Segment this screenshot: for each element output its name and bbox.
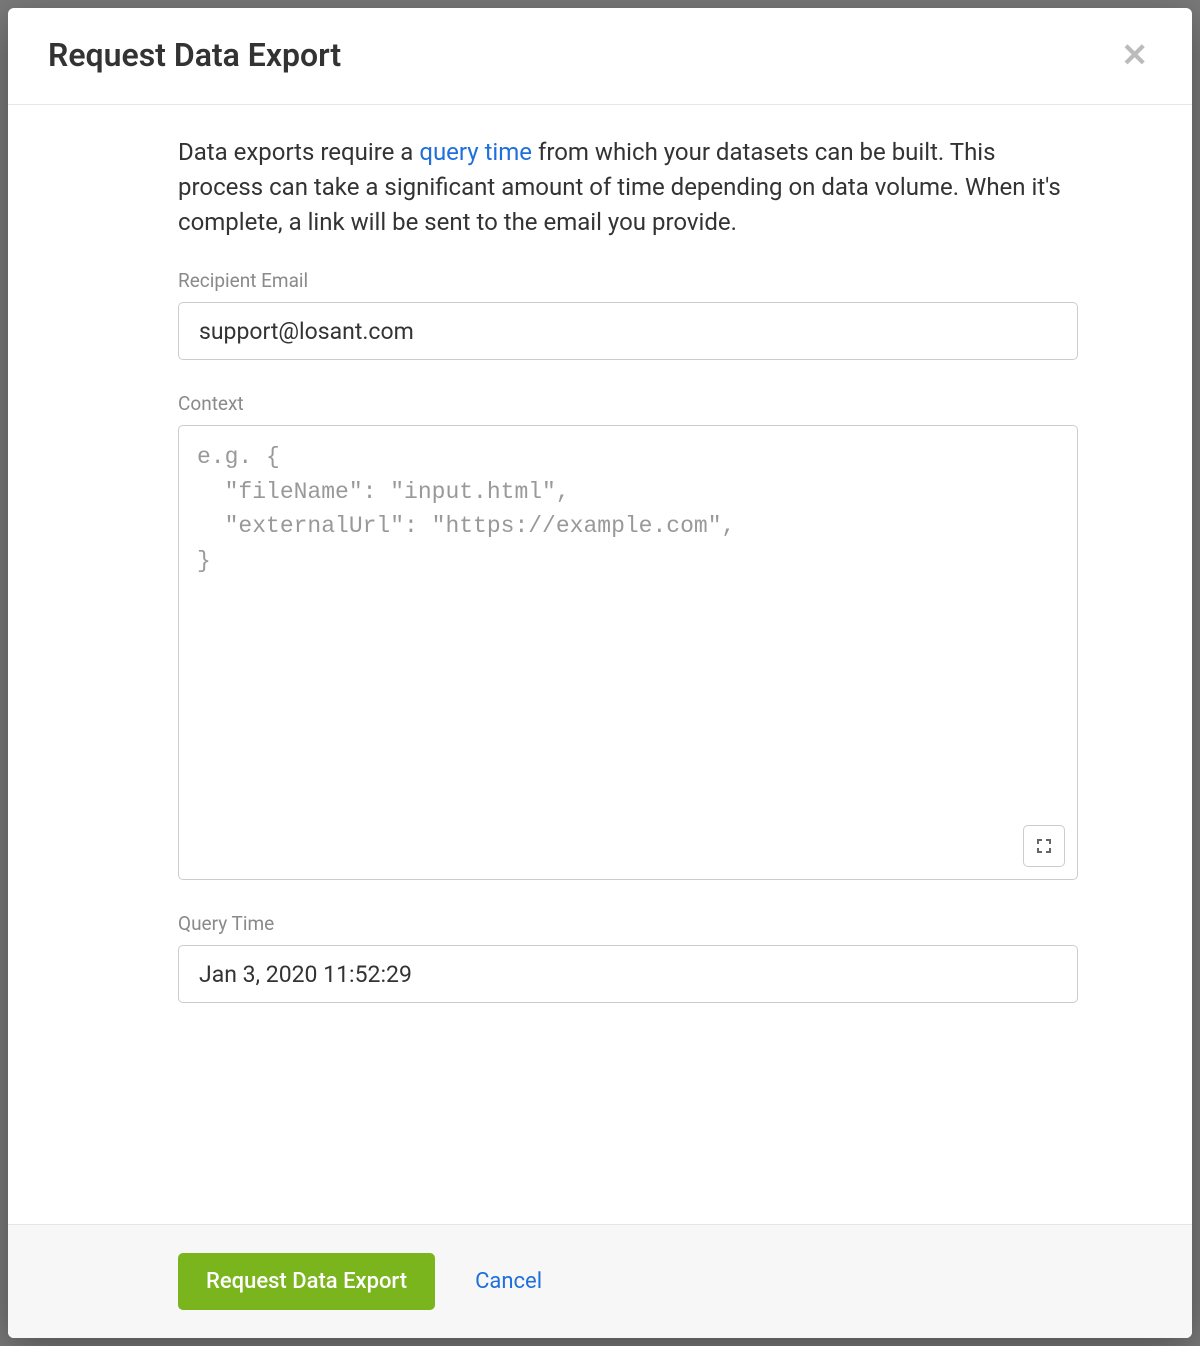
recipient-email-input[interactable]: [178, 302, 1078, 360]
modal-title: Request Data Export: [48, 36, 341, 74]
cancel-button[interactable]: Cancel: [475, 1269, 542, 1294]
modal-footer: Request Data Export Cancel: [8, 1224, 1192, 1338]
export-modal: Request Data Export ✕ Data exports requi…: [8, 8, 1192, 1338]
modal-header: Request Data Export ✕: [8, 8, 1192, 105]
context-textarea[interactable]: [179, 426, 1077, 879]
modal-content: Data exports require a query time from w…: [178, 135, 1078, 1003]
close-icon: ✕: [1121, 37, 1148, 73]
context-area: [178, 425, 1078, 880]
description-text: Data exports require a query time from w…: [178, 135, 1078, 239]
description-pre: Data exports require a: [178, 138, 419, 166]
context-form-group: Context: [178, 392, 1078, 880]
email-label: Recipient Email: [178, 269, 1078, 292]
context-label: Context: [178, 392, 1078, 415]
query-time-label: Query Time: [178, 912, 1078, 935]
close-button[interactable]: ✕: [1117, 39, 1152, 71]
expand-icon: [1036, 838, 1052, 854]
email-form-group: Recipient Email: [178, 269, 1078, 360]
query-time-link[interactable]: query time: [419, 138, 532, 166]
query-time-input[interactable]: [178, 945, 1078, 1003]
request-export-button[interactable]: Request Data Export: [178, 1253, 435, 1310]
modal-body: Data exports require a query time from w…: [8, 105, 1192, 1224]
query-time-form-group: Query Time: [178, 912, 1078, 1003]
expand-button[interactable]: [1023, 825, 1065, 867]
